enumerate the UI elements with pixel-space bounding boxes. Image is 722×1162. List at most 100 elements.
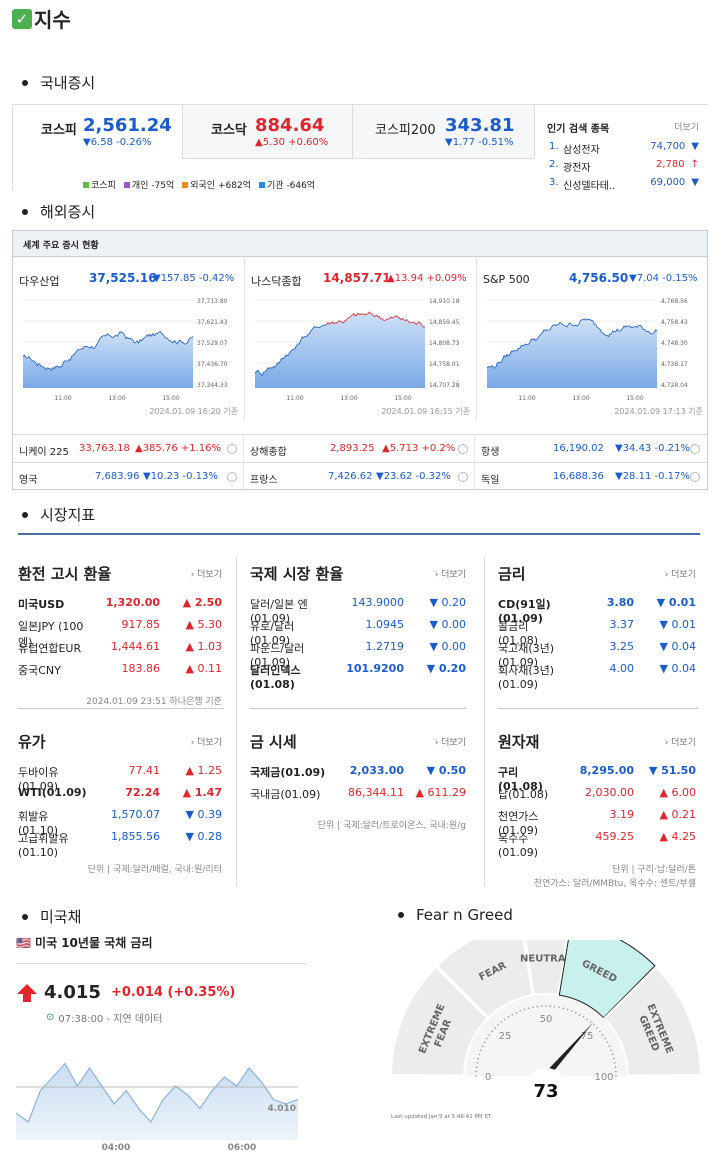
indicator-name: WTI(01.09): [18, 786, 87, 799]
expand-icon[interactable]: [227, 472, 237, 482]
gauge-tick: [477, 1057, 479, 1060]
gauge-tick: [475, 1070, 477, 1073]
gauge-tick: [475, 1066, 478, 1069]
popular-item[interactable]: 1. 삼성전자 74,700 ▼: [549, 141, 699, 156]
indicator-row[interactable]: 고급휘발유(01.10) 1,855.56 ▼ 0.28: [18, 830, 222, 859]
indicator-name: 고급휘발유(01.10): [18, 832, 69, 859]
gauge-tick: [562, 1007, 565, 1009]
indicator-row[interactable]: WTI(01.09) 72.24 ▲ 1.47: [18, 786, 222, 799]
gauge-tick: [488, 1034, 491, 1036]
indicator-name: 미국USD: [18, 598, 65, 611]
more-link[interactable]: 더보기: [674, 120, 699, 133]
indicator-row[interactable]: 옥수수(01.09) 459.25 ▲ 4.25: [498, 830, 696, 859]
index-nikkei[interactable]: 니케이 225 33,763.18 ▲385.76 +1.16%: [13, 435, 244, 463]
indicator-row[interactable]: 미국USD 1,320.00 ▲ 2.50: [18, 596, 222, 612]
bond-value-row: 4.015 +0.014 (+0.35%): [16, 982, 235, 1003]
area-fill: [487, 318, 657, 388]
gauge-tick: [586, 1018, 588, 1021]
gauge-tick: [532, 1006, 534, 1009]
indicator-name: 회사채(3년)(01.09): [498, 664, 555, 691]
block-title: 환전 고시 환율: [18, 564, 112, 583]
more-link[interactable]: › 더보기: [435, 567, 466, 580]
x-tick-label: 11:00: [518, 395, 535, 402]
gauge-tick: [613, 1062, 616, 1064]
index-hangseng[interactable]: 항생 16,190.02 ▼34.43 -0.21%: [475, 435, 706, 463]
more-link[interactable]: › 더보기: [435, 735, 466, 748]
gauge-tick: [608, 1045, 611, 1047]
more-link[interactable]: › 더보기: [665, 735, 696, 748]
gauge-tick: [604, 1037, 606, 1040]
divider: [498, 708, 698, 709]
expand-icon[interactable]: [458, 472, 468, 482]
index-tab-kospi[interactable]: 코스피 2,561.24 ▼6.58 -0.26%: [13, 105, 183, 159]
expand-icon[interactable]: [458, 444, 468, 454]
index-germany[interactable]: 독일 16,688.36 ▼28.11 -0.17%: [475, 463, 706, 491]
x-tick-label: 15:00: [162, 395, 179, 402]
popular-item[interactable]: 2. 광전자 2,780 ↑: [549, 159, 699, 174]
index-shanghai[interactable]: 상해종합 2,893.25 ▲5.713 +0.2%: [244, 435, 475, 463]
indicator-row[interactable]: 유럽연합EUR 1,444.61 ▲ 1.03: [18, 640, 222, 656]
gauge-tick: [507, 1016, 510, 1018]
divider: [18, 708, 224, 709]
indicator-name: 옥수수(01.09): [498, 832, 539, 859]
more-link[interactable]: › 더보기: [191, 567, 222, 580]
gauge-tick: [504, 1018, 506, 1021]
more-link[interactable]: › 더보기: [665, 567, 696, 580]
gauge-tick: [500, 1021, 503, 1023]
section-us-bond: 미국채: [20, 906, 81, 927]
indicator-change: ▲ 2.50: [182, 596, 222, 609]
gauge-tick-label: 0: [485, 1072, 491, 1083]
expand-icon[interactable]: [690, 472, 700, 482]
fear-greed-gauge: EXTREMEFEARFEARNEUTRAL GREEDEXTREMEGREED0…: [388, 940, 704, 1120]
indicator-name: 납(01.08): [498, 788, 549, 801]
gauge-tick: [589, 1021, 592, 1023]
popular-item[interactable]: 3. 신성델타테.. 69,000 ▼: [549, 177, 699, 192]
gauge-tick: [494, 1027, 496, 1029]
gauge-tick: [478, 1053, 481, 1056]
indicator-value: 86,344.11: [348, 786, 404, 799]
more-link[interactable]: › 더보기: [191, 735, 222, 748]
indicator-row[interactable]: 국제금(01.09) 2,033.00 ▼ 0.50: [250, 764, 466, 780]
gauge-tick-label: 25: [499, 1031, 512, 1042]
gauge-tick: [536, 1005, 539, 1008]
indicator-row[interactable]: 국내금(01.09) 86,344.11 ▲ 611.29: [250, 786, 466, 802]
gauge-tick: [483, 1041, 486, 1044]
indicator-value: 101.9200: [346, 662, 404, 675]
index-tab-kospi200[interactable]: 코스피200 343.81 ▼1.77 -0.51%: [353, 105, 535, 159]
indicator-row[interactable]: 중국CNY 183.86 ▲ 0.11: [18, 662, 222, 678]
page-title: ✓ 지수: [12, 4, 71, 33]
index-france[interactable]: 프랑스 7,426.62 ▼23.62 -0.32%: [244, 463, 475, 491]
gauge-tick: [519, 1010, 522, 1012]
popular-stocks: 인기 검색 종목 더보기 1. 삼성전자 74,700 ▼ 2. 광전자 2,780 ↑…: [535, 105, 709, 192]
y-tick-label: 37,436.70: [197, 361, 228, 368]
indicator-row[interactable]: 회사채(3년)(01.09) 4.00 ▼ 0.04: [498, 662, 696, 691]
index-uk[interactable]: 영국 7,683.96 ▼10.23 -0.13%: [13, 463, 244, 491]
index-tab-kosdaq[interactable]: 코스닥 884.64 ▲5.30 +0.60%: [183, 105, 353, 159]
gauge-tick: [515, 1011, 517, 1014]
gauge-tick: [570, 1010, 573, 1012]
indicator-change: ▼ 0.28: [185, 830, 222, 843]
indicator-value: 4.00: [609, 662, 635, 675]
overseas-box: 세계 주요 증시 현황 다우산업 37,525.16 ▼157.85 -0.42…: [12, 230, 709, 491]
divider: [16, 963, 306, 964]
chart-panel-dow[interactable]: 다우산업 37,525.16 ▼157.85 -0.42% 37,713.80 3…: [13, 258, 245, 420]
gauge-tick-label: 50: [540, 1014, 553, 1025]
y-tick-label: 4,748.30: [661, 340, 688, 347]
gauge-tick: [491, 1030, 493, 1033]
indicator-row[interactable]: 납(01.08) 2,030.00 ▲ 6.00: [498, 786, 696, 802]
y-tick-label: 4,768.56: [661, 298, 688, 305]
gauge-tick: [614, 1066, 617, 1069]
y-tick-label: 14,758.01: [429, 361, 460, 368]
divider: [236, 556, 237, 886]
expand-icon[interactable]: [690, 444, 700, 454]
chart-panel-nasdaq[interactable]: 나스닥종합 14,857.71 ▲13.94 +0.09% 14,910.18 1…: [245, 258, 477, 420]
bond-chart: 4.010 04:00 06:00: [16, 1062, 298, 1152]
area-fill: [255, 312, 425, 388]
divider: [18, 533, 700, 535]
indicator-row[interactable]: 달러인덱스(01.08) 101.9200 ▼ 0.20: [250, 662, 466, 691]
expand-icon[interactable]: [227, 444, 237, 454]
chart-panel-sp500[interactable]: S&P 500 4,756.50 ▼7.04 -0.15% 4,768.56 4,…: [477, 258, 709, 420]
indicator-value: 183.86: [121, 662, 161, 675]
gauge-tick: [558, 1006, 560, 1009]
y-tick-label: 14,808.73: [429, 340, 460, 347]
